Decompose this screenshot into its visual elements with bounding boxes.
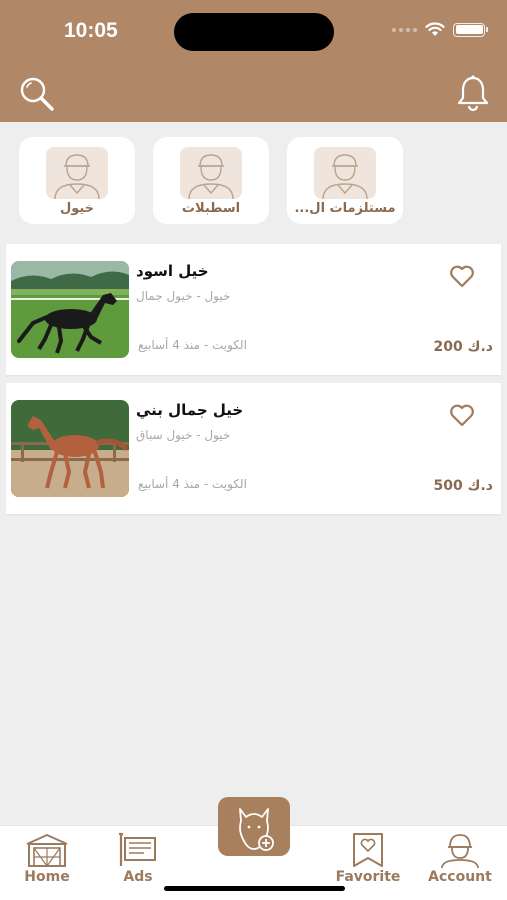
listing-title: خيل جمال بني: [136, 401, 244, 419]
category-supplies[interactable]: مستلزمات ال...: [287, 137, 403, 224]
heart-icon: [450, 404, 474, 427]
listing-price: د.ك 200: [433, 339, 493, 355]
wifi-icon: [425, 22, 445, 36]
category-list: خيول اسطبلات مستلزمات ال...: [19, 137, 403, 224]
favorite-button[interactable]: [449, 403, 475, 427]
user-avatar-icon: [180, 147, 242, 199]
tab-account[interactable]: Account: [420, 832, 500, 885]
search-icon: [20, 77, 54, 111]
category-label: خيول: [59, 201, 95, 216]
home-indicator: [164, 886, 345, 891]
add-horse-icon: [239, 808, 274, 851]
signal-icon: [392, 27, 417, 32]
tab-label: Ads: [123, 869, 153, 885]
user-avatar-icon: [46, 147, 108, 199]
listing-card[interactable]: خيل اسود خيول - خيول جمال الكويت - منذ 4…: [6, 244, 501, 375]
category-horses[interactable]: خيول: [19, 137, 135, 224]
listing-location: الكويت - منذ 4 أسابيع: [138, 477, 247, 491]
status-icons: [392, 22, 488, 37]
battery-icon: [453, 22, 488, 37]
add-listing-button[interactable]: [218, 797, 290, 856]
stable-icon: [26, 834, 68, 867]
tab-ads[interactable]: Ads: [98, 832, 178, 885]
account-icon: [441, 834, 479, 868]
ads-icon: [119, 832, 156, 866]
listing-location: الكويت - منذ 4 أسابيع: [138, 338, 247, 352]
status-time: 10:05: [64, 19, 118, 42]
tab-favorite[interactable]: Favorite: [328, 832, 408, 885]
dynamic-island: [174, 13, 334, 51]
heart-icon: [450, 265, 474, 288]
brown-horse-photo: [11, 400, 129, 497]
listing-card[interactable]: خيل جمال بني خيول - خيول سباق الكويت - م…: [6, 383, 501, 514]
tab-label: Account: [428, 869, 492, 885]
tab-label: Home: [24, 869, 70, 885]
user-avatar-icon: [314, 147, 376, 199]
bell-icon: [457, 75, 489, 112]
category-label: اسطبلات: [181, 201, 241, 216]
favorite-button[interactable]: [449, 264, 475, 288]
tab-home[interactable]: Home: [7, 832, 87, 885]
listing-title: خيل اسود: [136, 262, 209, 280]
black-horse-photo: [11, 261, 129, 358]
search-button[interactable]: [18, 75, 56, 113]
listing-subtitle: خيول - خيول جمال: [136, 289, 231, 303]
category-stables[interactable]: اسطبلات: [153, 137, 269, 224]
notifications-button[interactable]: [455, 74, 491, 112]
bookmark-heart-icon: [353, 833, 383, 867]
listing-subtitle: خيول - خيول سباق: [136, 428, 231, 442]
tab-label: Favorite: [335, 869, 401, 885]
category-label: مستلزمات ال...: [294, 201, 396, 216]
app-header: 10:05: [0, 0, 507, 122]
listing-price: د.ك 500: [433, 478, 493, 494]
